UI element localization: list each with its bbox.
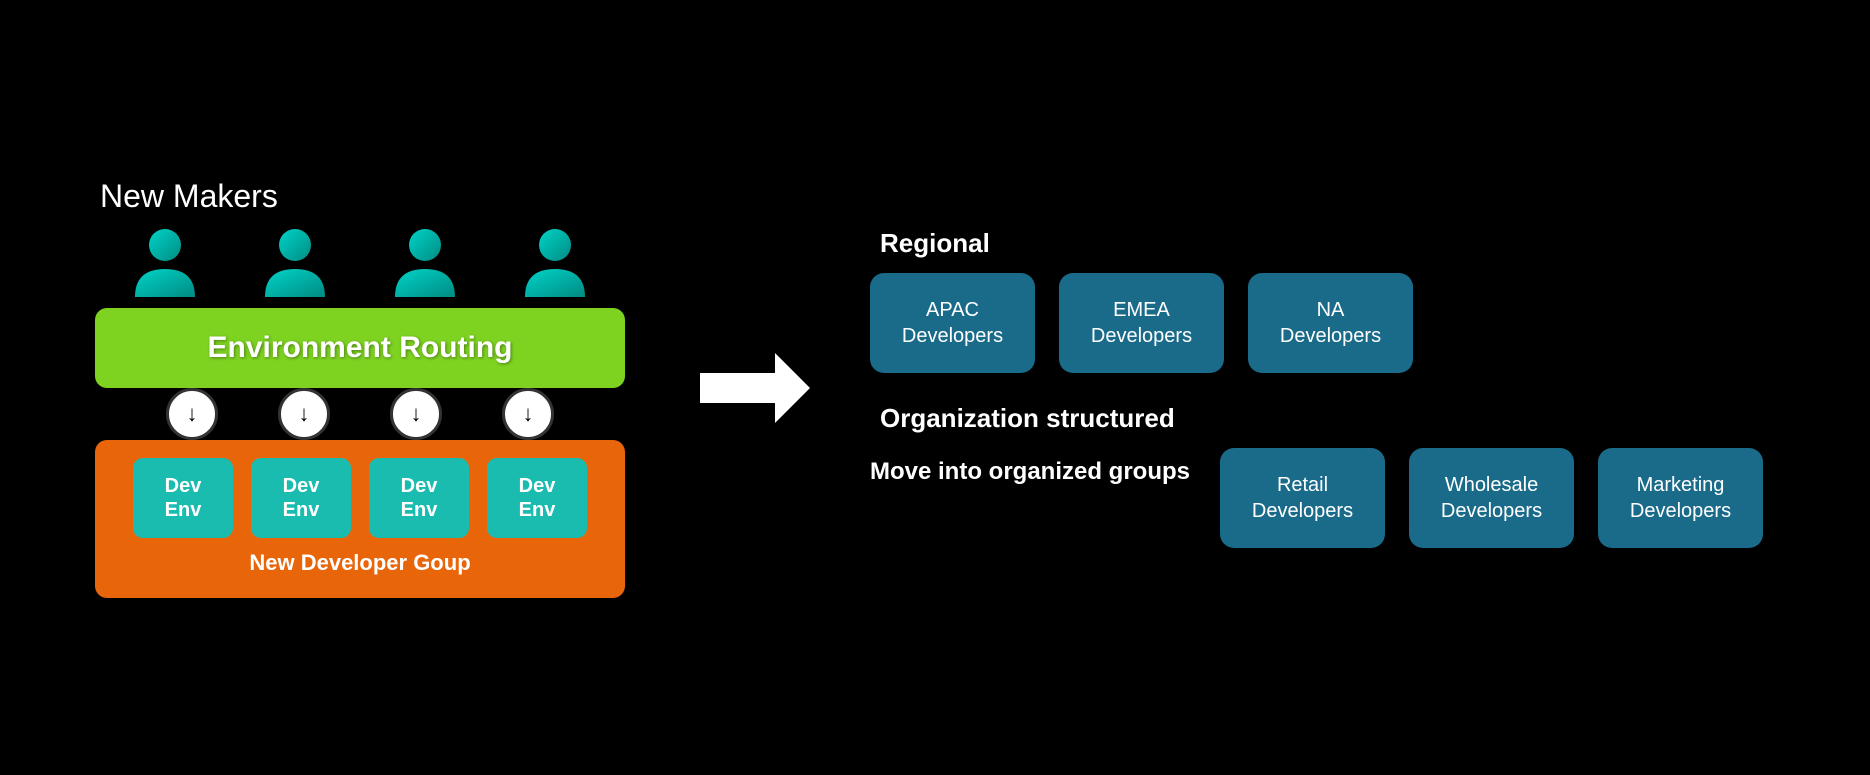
right-arrow-icon <box>700 353 810 423</box>
dev-group-label: New Developer Goup <box>249 550 470 576</box>
org-title: Organization structured <box>880 403 1790 434</box>
regional-title: Regional <box>880 228 1790 259</box>
regional-section: Regional APACDevelopers EMEADevelopers N… <box>870 228 1790 373</box>
person-icon-4 <box>520 225 590 300</box>
new-makers-label: New Makers <box>100 178 278 215</box>
dev-env-box-2: DevEnv <box>251 458 351 538</box>
retail-card: RetailDevelopers <box>1220 448 1385 548</box>
move-label: Move into organized groups <box>870 448 1190 487</box>
routing-label: Environment Routing <box>208 331 513 365</box>
dev-env-row: DevEnv DevEnv DevEnv DevEnv <box>133 458 587 538</box>
dev-env-box-3: DevEnv <box>369 458 469 538</box>
org-cards-row: RetailDevelopers WholesaleDevelopers Mar… <box>1220 448 1763 548</box>
down-arrow-1: ↓ <box>166 388 218 440</box>
na-card: NADevelopers <box>1248 273 1413 373</box>
right-section: Regional APACDevelopers EMEADevelopers N… <box>870 228 1790 548</box>
left-section: New Makers <box>80 178 640 598</box>
person-icon-2 <box>260 225 330 300</box>
person-icon-3 <box>390 225 460 300</box>
down-arrow-2: ↓ <box>278 388 330 440</box>
down-arrow-3: ↓ <box>390 388 442 440</box>
diagram-container: New Makers <box>0 0 1870 775</box>
dev-env-box-4: DevEnv <box>487 458 587 538</box>
emea-card: EMEADevelopers <box>1059 273 1224 373</box>
apac-card: APACDevelopers <box>870 273 1035 373</box>
arrows-row: ↓ ↓ ↓ ↓ <box>95 388 625 440</box>
regional-cards-row: APACDevelopers EMEADevelopers NADevelope… <box>870 273 1790 373</box>
dev-group-box: DevEnv DevEnv DevEnv DevEnv New Develope… <box>95 440 625 598</box>
org-section: Organization structured Move into organi… <box>870 403 1790 548</box>
dev-env-box-1: DevEnv <box>133 458 233 538</box>
down-arrow-4: ↓ <box>502 388 554 440</box>
people-row <box>130 225 590 300</box>
person-icon-1 <box>130 225 200 300</box>
org-row: Move into organized groups RetailDevelop… <box>870 448 1790 548</box>
wholesale-card: WholesaleDevelopers <box>1409 448 1574 548</box>
routing-box: Environment Routing <box>95 308 625 388</box>
marketing-card: MarketingDevelopers <box>1598 448 1763 548</box>
middle-arrow <box>700 353 810 423</box>
